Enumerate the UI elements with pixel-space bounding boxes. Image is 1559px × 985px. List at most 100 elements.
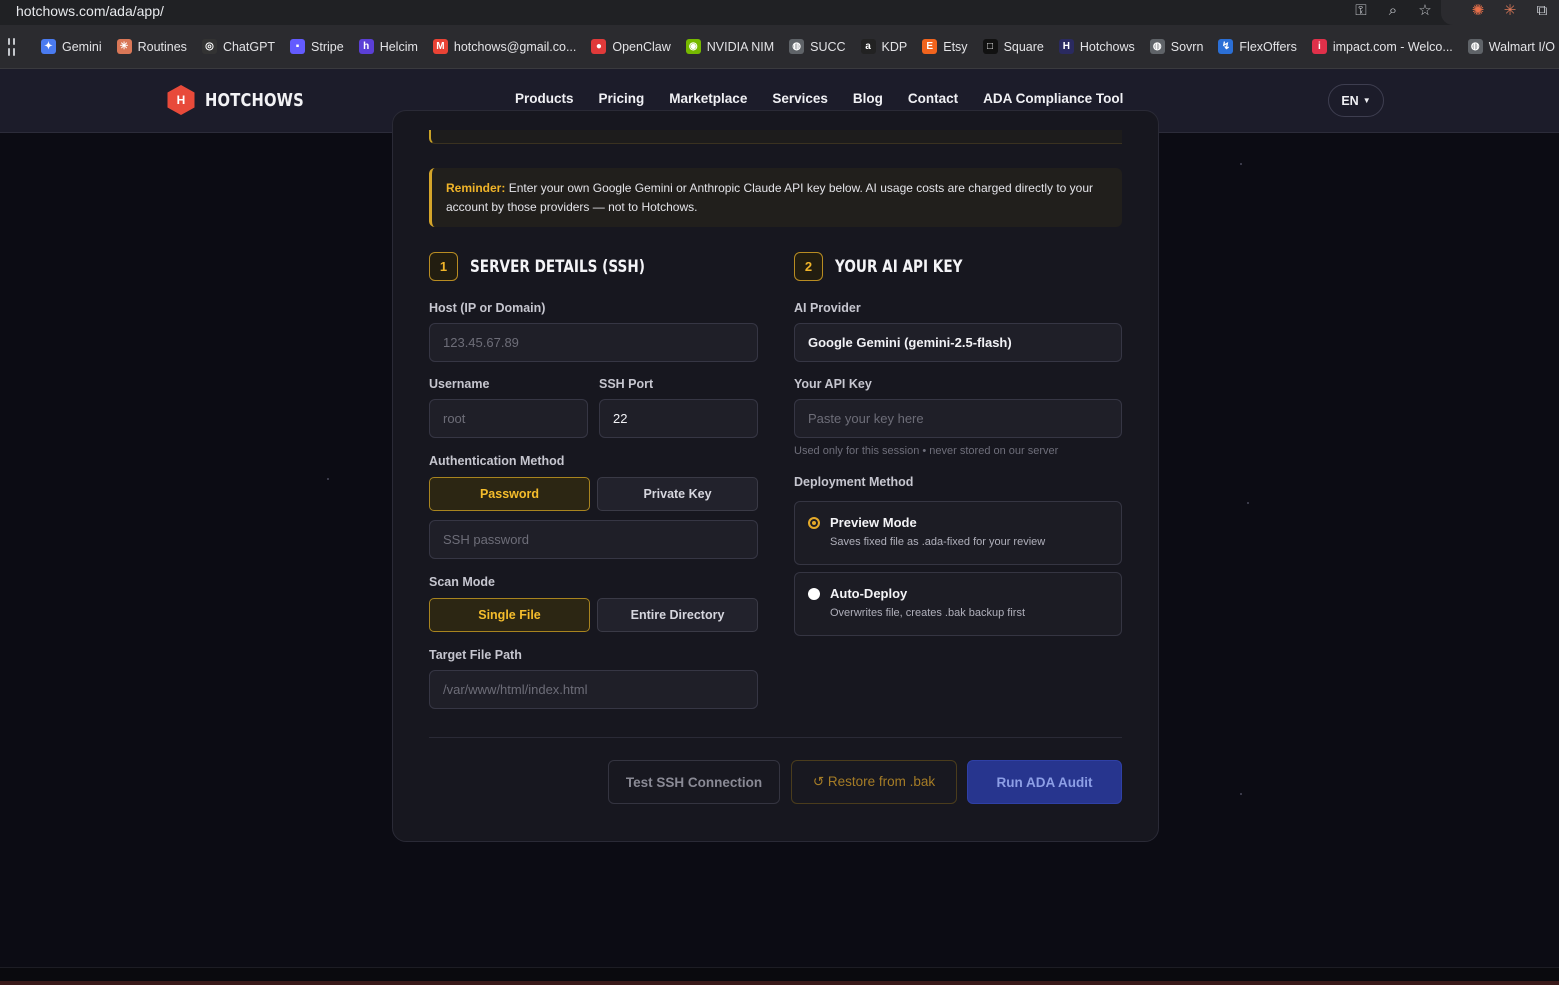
bookmark-item[interactable]: ↯ FlexOffers — [1218, 39, 1297, 54]
bookmark-label: FlexOffers — [1239, 39, 1297, 54]
bookmark-item[interactable]: i impact.com - Welco... — [1311, 39, 1453, 54]
nav-products[interactable]: Products — [515, 91, 574, 106]
taskbar-edge — [0, 981, 1559, 985]
zoom-icon[interactable]: ⌕ — [1384, 2, 1402, 20]
bookmark-item[interactable]: ◍ SUCC — [789, 39, 846, 54]
impact-icon: i — [1311, 39, 1327, 54]
reminder-text: Enter your own Google Gemini or Anthropi… — [446, 181, 1094, 214]
option-description: Saves fixed file as .ada-fixed for your … — [830, 536, 1046, 548]
extensions-area: ✺ ✳ ⧉ — [1441, 0, 1559, 25]
bookmark-item[interactable]: h Helcim — [358, 39, 418, 54]
extension-icon[interactable]: ✺ — [1469, 2, 1487, 20]
option-title: Preview Mode — [830, 515, 917, 530]
nav-blog[interactable]: Blog — [853, 91, 883, 106]
claude-extension-icon[interactable]: ✳ — [1501, 2, 1519, 20]
apps-grid-icon[interactable] — [8, 37, 15, 56]
square-icon: □ — [982, 39, 998, 54]
bookmark-item[interactable]: ✳ Routines — [116, 39, 187, 54]
bookmark-item[interactable]: ● OpenClaw — [591, 39, 671, 54]
bookmark-label: OpenClaw — [612, 39, 671, 54]
bookmark-item[interactable]: ◎ ChatGPT — [201, 39, 275, 54]
bookmarks-bar: ✦ Gemini ✳ Routines ◎ ChatGPT ▪ Stripe h Helcim Mh… — [0, 25, 1559, 69]
nav-services[interactable]: Services — [772, 91, 828, 106]
nav-marketplace[interactable]: Marketplace — [669, 91, 747, 106]
reminder-label: Reminder: — [446, 181, 506, 195]
ssh-password-input[interactable]: SSH password — [429, 520, 758, 559]
test-ssh-button[interactable]: Test SSH Connection — [608, 760, 780, 804]
nav-pricing[interactable]: Pricing — [599, 91, 645, 106]
bookmark-star-icon[interactable]: ☆ — [1416, 2, 1434, 20]
background-star — [327, 478, 329, 480]
language-selector[interactable]: EN ▼ — [1328, 84, 1384, 117]
auth-private-key-button[interactable]: Private Key — [597, 477, 758, 511]
openclaw-icon: ● — [591, 39, 607, 54]
api-key-input[interactable]: Paste your key here — [794, 399, 1122, 438]
bookmark-item[interactable]: a KDP — [860, 39, 908, 54]
bookmark-label: impact.com - Welco... — [1332, 39, 1453, 54]
background-star — [1240, 163, 1242, 165]
radio-unselected-icon[interactable] — [808, 588, 820, 600]
bookmark-item[interactable]: Mhotchows@gmail.co... — [432, 39, 577, 54]
site-logo[interactable]: H HOTCHOWS — [166, 85, 326, 115]
bookmark-label: hotchows@gmail.co... — [453, 39, 577, 54]
auth-password-button[interactable]: Password — [429, 477, 590, 511]
ssh-port-label: SSH Port — [599, 377, 654, 391]
api-key-reminder: Reminder: Enter your own Google Gemini o… — [429, 168, 1122, 227]
bookmark-item[interactable]: □ Square — [982, 39, 1044, 54]
background-star — [1240, 793, 1242, 795]
username-label: Username — [429, 377, 490, 391]
password-key-icon[interactable]: ⚿ — [1352, 2, 1370, 20]
claude-icon: ✳ — [116, 39, 132, 54]
ssh-port-input[interactable]: 22 — [599, 399, 758, 438]
bookmark-item[interactable]: ◉ NVIDIA NIM — [685, 39, 774, 54]
step-number: 1 — [429, 252, 458, 281]
main-nav: Products Pricing Marketplace Services Bl… — [515, 91, 1123, 106]
ai-provider-label: AI Provider — [794, 301, 861, 315]
bookmark-item[interactable]: ✦ Gemini — [41, 39, 102, 54]
amazon-icon: a — [860, 39, 876, 54]
globe-icon: ◍ — [1467, 39, 1483, 54]
scan-single-file-button[interactable]: Single File — [429, 598, 590, 632]
bookmark-label: Sovrn — [1170, 39, 1204, 54]
auth-method-label: Authentication Method — [429, 454, 565, 468]
chatgpt-icon: ◎ — [201, 39, 217, 54]
bookmark-label: KDP — [881, 39, 908, 54]
bookmark-item[interactable]: H Hotchows — [1058, 39, 1135, 54]
logo-hexagon-icon: H — [167, 85, 195, 115]
url-text[interactable]: hotchows.com/ada/app/ — [16, 3, 164, 19]
scan-mode-label: Scan Mode — [429, 575, 495, 589]
bookmark-label: Helcim — [379, 39, 418, 54]
language-label: EN — [1341, 93, 1359, 108]
hotchows-icon: H — [1058, 39, 1074, 54]
host-input[interactable]: 123.45.67.89 — [429, 323, 758, 362]
bookmark-item[interactable]: ◍ Sovrn — [1149, 39, 1204, 54]
globe-icon: ◍ — [789, 39, 805, 54]
scan-entire-directory-button[interactable]: Entire Directory — [597, 598, 758, 632]
bookmarks-list: ✦ Gemini ✳ Routines ◎ ChatGPT ▪ Stripe h Helcim Mh… — [41, 39, 1559, 54]
nvidia-icon: ◉ — [685, 39, 701, 54]
bookmark-label: Square — [1003, 39, 1044, 54]
flexoffers-icon: ↯ — [1218, 39, 1234, 54]
puzzle-icon[interactable]: ⧉ — [1533, 2, 1551, 20]
run-audit-button[interactable]: Run ADA Audit — [967, 760, 1122, 804]
ai-provider-select[interactable]: Google Gemini (gemini-2.5-flash) — [794, 323, 1122, 362]
section-title: SERVER DETAILS (SSH) — [470, 256, 645, 277]
bookmark-item[interactable]: E Etsy — [922, 39, 968, 54]
previous-notice-edge — [429, 130, 1122, 144]
gemini-icon: ✦ — [41, 39, 56, 54]
target-path-input[interactable]: /var/www/html/index.html — [429, 670, 758, 709]
restore-backup-button[interactable]: ↺ Restore from .bak — [791, 760, 957, 804]
nav-ada-compliance-tool[interactable]: ADA Compliance Tool — [983, 91, 1123, 106]
deploy-preview-option[interactable]: Preview Mode Saves fixed file as .ada-fi… — [794, 501, 1122, 565]
bookmark-item[interactable]: ▪ Stripe — [290, 39, 344, 54]
bookmark-item[interactable]: ◍ Walmart I/O — [1467, 39, 1555, 54]
logo-mark-letter: H — [176, 93, 186, 107]
username-input[interactable]: root — [429, 399, 588, 438]
nav-contact[interactable]: Contact — [908, 91, 958, 106]
bookmark-label: Stripe — [311, 39, 344, 54]
target-path-label: Target File Path — [429, 648, 522, 662]
browser-url-bar: hotchows.com/ada/app/ ⚿ ⌕ ☆ ✺ ✳ ⧉ — [0, 0, 1559, 25]
step-number: 2 — [794, 252, 823, 281]
radio-selected-icon[interactable] — [808, 517, 820, 529]
deploy-auto-option[interactable]: Auto-Deploy Overwrites file, creates .ba… — [794, 572, 1122, 636]
